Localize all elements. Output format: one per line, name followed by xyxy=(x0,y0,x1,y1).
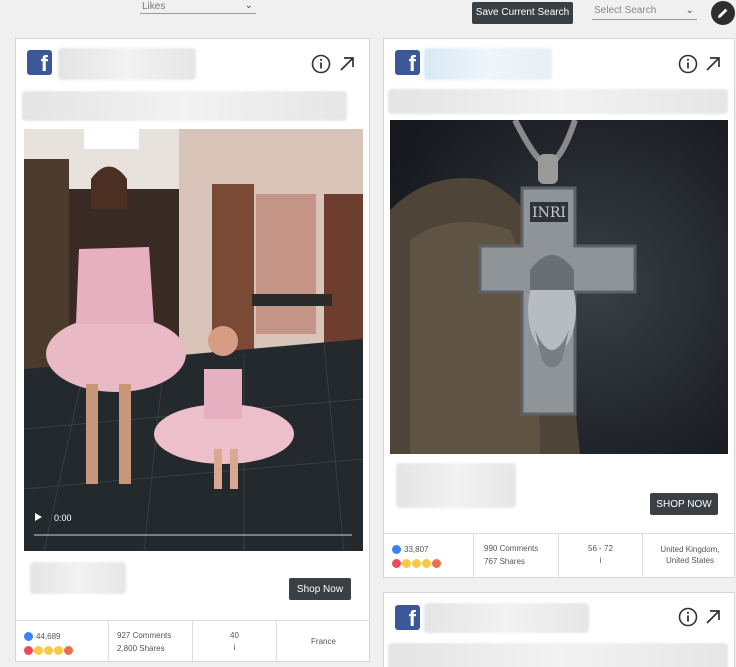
svg-text:INRI: INRI xyxy=(532,205,566,221)
external-arrow-icon[interactable] xyxy=(704,608,722,626)
ad-text-redacted xyxy=(388,643,728,667)
reaction-emojis xyxy=(392,559,441,568)
age-gender-icon: i xyxy=(233,643,236,652)
ad-card[interactable]: f xyxy=(383,592,735,667)
ad-stats-bar: 33,807 990 Comments 767 Shares 56 - 72 i… xyxy=(384,533,734,577)
likes-count: 33,807 xyxy=(404,545,429,554)
video-progress-bar[interactable] xyxy=(34,534,352,536)
video-thumbnail xyxy=(24,129,363,551)
select-search-placeholder: Select Search xyxy=(594,5,657,16)
top-toolbar: Likes ⌄ Save Current Search Select Searc… xyxy=(0,0,736,30)
sad-reaction-icon xyxy=(422,559,431,568)
chevron-down-icon: ⌄ xyxy=(685,5,694,16)
haha-reaction-icon xyxy=(34,646,43,655)
comments-count: 927 Comments xyxy=(117,631,172,640)
external-arrow-icon[interactable] xyxy=(704,55,722,73)
countries: France xyxy=(311,637,336,646)
age-gender-icon: i xyxy=(599,556,602,565)
shop-now-button[interactable]: Shop Now xyxy=(289,578,351,600)
love-reaction-icon xyxy=(392,559,401,568)
edit-button[interactable] xyxy=(711,1,735,25)
advertiser-name-redacted xyxy=(58,48,196,80)
engagement-stat: 927 Comments 2,800 Shares xyxy=(109,621,193,661)
info-icon[interactable] xyxy=(678,54,698,74)
angry-reaction-icon xyxy=(64,646,73,655)
comments-count: 990 Comments xyxy=(484,544,539,553)
reaction-emojis xyxy=(24,646,73,655)
shares-count: 767 Shares xyxy=(484,557,525,566)
product-image: INRI xyxy=(390,120,728,454)
reactions-stat: 33,807 xyxy=(384,534,474,577)
play-icon[interactable] xyxy=(34,512,43,522)
love-reaction-icon xyxy=(24,646,33,655)
ad-text-redacted xyxy=(22,91,347,121)
age-range: 40 xyxy=(230,631,239,640)
sad-reaction-icon xyxy=(54,646,63,655)
wow-reaction-icon xyxy=(412,559,421,568)
like-reaction-icon xyxy=(392,545,401,554)
ad-text-redacted xyxy=(388,89,728,114)
like-reaction-icon xyxy=(24,632,33,641)
pencil-icon xyxy=(718,8,728,18)
ad-image[interactable]: INRI xyxy=(390,120,728,454)
info-icon[interactable] xyxy=(678,607,698,627)
chevron-down-icon: ⌄ xyxy=(244,0,253,11)
countries-stat: United Kingdom, United States xyxy=(643,534,734,577)
sort-select[interactable]: Likes ⌄ xyxy=(140,0,256,14)
countries: United Kingdom, United States xyxy=(660,545,720,565)
facebook-icon: f xyxy=(395,50,420,76)
age-stat: 40 i xyxy=(193,621,277,661)
facebook-icon: f xyxy=(395,605,420,631)
shares-count: 2,800 Shares xyxy=(117,644,165,653)
age-stat: 56 - 72 i xyxy=(559,534,643,577)
engagement-stat: 990 Comments 767 Shares xyxy=(474,534,559,577)
ad-card[interactable]: f INRI SHOP NOW 33,807 990 Comments 767 … xyxy=(383,38,735,578)
angry-reaction-icon xyxy=(432,559,441,568)
wow-reaction-icon xyxy=(44,646,53,655)
info-icon[interactable] xyxy=(311,54,331,74)
age-range: 56 - 72 xyxy=(588,544,613,553)
ad-card[interactable]: f xyxy=(15,38,370,662)
ad-stats-bar: 44,689 927 Comments 2,800 Shares 40 i Fr… xyxy=(16,620,369,661)
external-arrow-icon[interactable] xyxy=(338,55,356,73)
video-time: 0:00 xyxy=(54,513,72,523)
likes-count: 44,689 xyxy=(36,632,61,641)
countries-stat: France xyxy=(277,621,369,661)
ad-link-redacted xyxy=(30,562,126,594)
advertiser-name-redacted xyxy=(424,48,552,80)
ad-link-redacted xyxy=(396,463,516,508)
shop-now-button[interactable]: SHOP NOW xyxy=(650,493,718,515)
ad-video[interactable]: 0:00 xyxy=(24,129,363,551)
advertiser-name-redacted xyxy=(424,603,589,633)
reactions-stat: 44,689 xyxy=(16,621,109,661)
sort-select-value: Likes xyxy=(142,1,166,12)
facebook-icon: f xyxy=(27,50,52,76)
haha-reaction-icon xyxy=(402,559,411,568)
save-current-search-button[interactable]: Save Current Search xyxy=(472,2,573,24)
select-search-dropdown[interactable]: Select Search ⌄ xyxy=(592,2,697,20)
